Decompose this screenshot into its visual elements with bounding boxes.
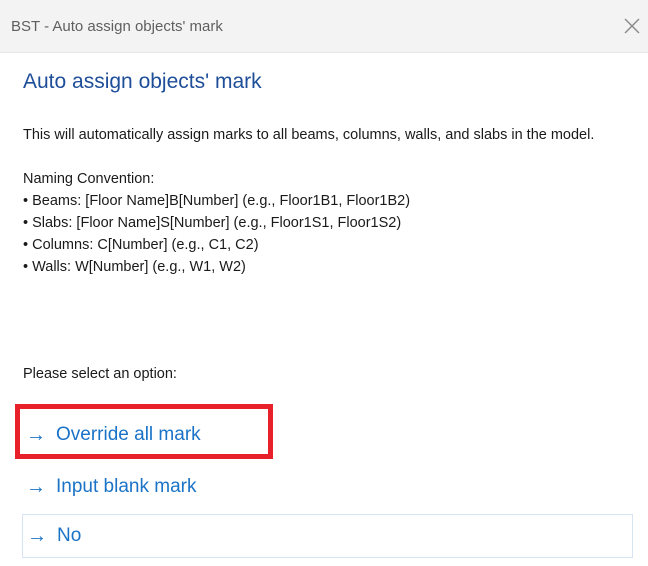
close-button[interactable] — [620, 14, 644, 38]
input-blank-mark-button[interactable]: → Input blank mark — [20, 466, 350, 508]
convention-beams: • Beams: [Floor Name]B[Number] (e.g., Fl… — [23, 193, 411, 209]
description-text: This will automatically assign marks to … — [23, 127, 595, 143]
no-button[interactable]: → No — [22, 514, 633, 558]
no-label: No — [57, 525, 82, 546]
window-title: BST - Auto assign objects' mark — [11, 18, 223, 35]
input-blank-mark-label: Input blank mark — [56, 476, 197, 497]
arrow-right-icon: → — [26, 423, 46, 446]
convention-columns: • Columns: C[Number] (e.g., C1, C2) — [23, 237, 259, 253]
select-option-prompt: Please select an option: — [23, 366, 177, 382]
override-all-mark-button[interactable]: → Override all mark — [20, 414, 272, 456]
main-instruction: Auto assign objects' mark — [23, 70, 262, 93]
dialog-window: BST - Auto assign objects' mark Auto ass… — [0, 0, 648, 566]
naming-convention-list: • Beams: [Floor Name]B[Number] (e.g., Fl… — [23, 190, 641, 278]
naming-convention-heading: Naming Convention: — [23, 171, 155, 187]
arrow-right-icon: → — [27, 524, 47, 547]
dialog-content: This will automatically assign marks to … — [23, 124, 641, 278]
arrow-right-icon: → — [26, 475, 46, 498]
override-all-mark-label: Override all mark — [56, 424, 201, 445]
convention-walls: • Walls: W[Number] (e.g., W1, W2) — [23, 259, 246, 275]
convention-slabs: • Slabs: [Floor Name]S[Number] (e.g., Fl… — [23, 215, 402, 231]
close-icon — [624, 18, 640, 34]
title-bar: BST - Auto assign objects' mark — [0, 0, 648, 53]
